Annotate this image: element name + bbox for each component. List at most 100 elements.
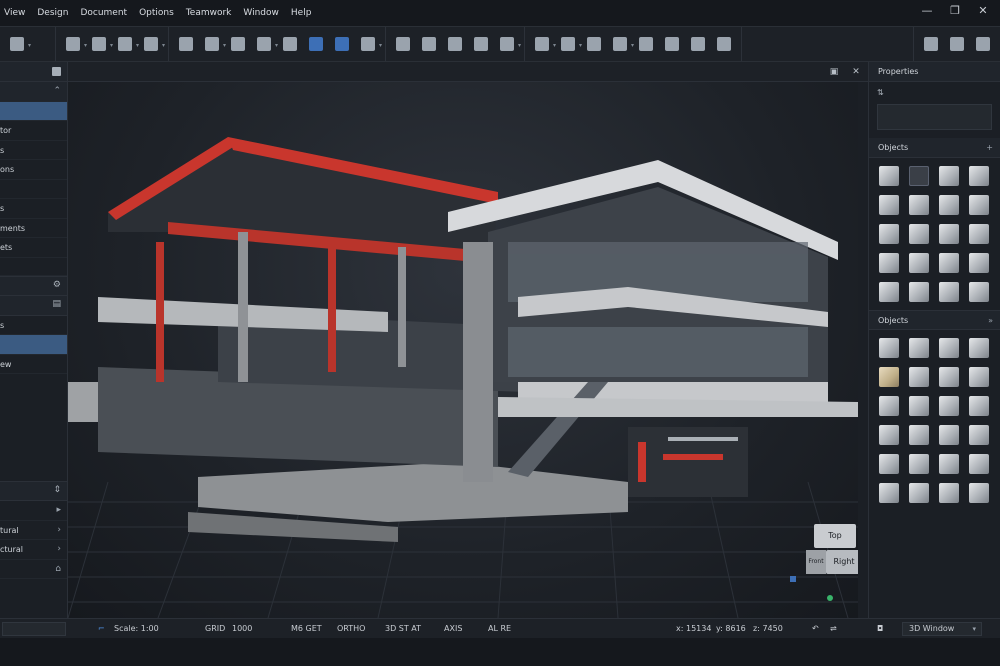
menu-help[interactable]: Help [291,8,312,18]
object-tile[interactable] [969,454,989,474]
menu-window[interactable]: Window [243,8,279,18]
object-tile[interactable] [909,425,929,445]
object-tile[interactable] [879,425,899,445]
object-tile[interactable] [879,454,899,474]
list-item[interactable]: ▸ [0,501,67,521]
panel-menu-icon[interactable] [52,67,61,76]
arrange-tool-button[interactable] [714,33,734,55]
box-tool-button[interactable]: ▾ [610,33,634,55]
object-tile[interactable] [939,396,959,416]
clipboard-tool-button[interactable]: ▾ [532,33,556,55]
object-tile[interactable] [939,253,959,273]
object-tile[interactable] [879,396,899,416]
object-tile[interactable] [909,454,929,474]
stack-tool-button[interactable] [688,33,708,55]
object-tile[interactable] [909,483,929,503]
window-tool-button[interactable] [332,33,352,55]
list-item[interactable]: s [0,199,67,219]
3d-scene[interactable]: Top Right Front [68,82,862,618]
slab-tool-button[interactable]: ▾ [202,33,226,55]
menu-teamwork[interactable]: Teamwork [186,8,232,18]
list-item[interactable] [0,335,67,355]
3d-viewport[interactable]: ▣ ✕ Top Right Front [68,62,868,618]
object-tile[interactable] [909,195,929,215]
window-select[interactable]: 3D Window ▾ [902,622,982,636]
object-tile[interactable] [969,367,989,387]
render-tool-button[interactable]: ▾ [141,33,165,55]
object-tile[interactable] [909,367,929,387]
object-tile[interactable] [939,338,959,358]
mode-toggle[interactable]: M6 GET [291,619,322,639]
object-tile[interactable] [909,224,929,244]
camera-icon[interactable]: ◘ [877,619,883,639]
view-cube[interactable]: Top Right Front [806,520,862,576]
split-view-button[interactable] [921,33,941,55]
add-icon[interactable]: + [986,138,993,158]
expand-icon[interactable]: » [988,311,993,331]
door-tool-button[interactable]: ▾ [63,33,87,55]
object-tile[interactable] [939,224,959,244]
snap-toggle[interactable]: 3D ST AT [385,619,421,639]
fill-tool-button[interactable]: ▾ [358,33,382,55]
object-tile[interactable] [879,195,899,215]
panel-view-button[interactable] [973,33,993,55]
object-tile[interactable] [969,396,989,416]
layers-tool-button[interactable]: ▾ [497,33,521,55]
view-cube-right[interactable]: Right [826,550,862,574]
wall-tool-button[interactable]: ▾ [89,33,113,55]
light-tool-button[interactable]: ▾ [115,33,139,55]
page-tool-button[interactable]: ▾ [558,33,582,55]
object-tile[interactable] [909,396,929,416]
object-tile[interactable] [939,282,959,302]
list-item[interactable]: ons [0,160,67,180]
menu-options[interactable]: Options [139,8,174,18]
list-item[interactable] [0,258,67,276]
object-tile[interactable] [909,166,929,186]
object-tile[interactable] [939,454,959,474]
object-tile[interactable] [939,195,959,215]
object-tile[interactable] [969,425,989,445]
list-item[interactable] [0,180,67,199]
list-item[interactable]: ⌂ [0,560,67,579]
viewport-options-icon[interactable]: ▣ [828,66,840,78]
object-tile[interactable] [879,282,899,302]
column-tool-button[interactable] [176,33,196,55]
single-view-button[interactable] [947,33,967,55]
object-tile[interactable] [879,224,899,244]
object-tile[interactable] [969,166,989,186]
object-tile[interactable] [969,282,989,302]
brush-tool-button[interactable] [662,33,682,55]
navigator-dropdown[interactable]: ⌃ [0,82,67,102]
view-cube-front[interactable]: Front [806,550,826,574]
menu-view[interactable]: View [4,8,25,18]
link-tool-button[interactable] [228,33,248,55]
close-icon[interactable]: ✕ [976,4,990,17]
chevron-updown-icon[interactable]: ⇕ [53,485,61,495]
view-cube-top[interactable]: Top [814,524,856,548]
object-tile[interactable] [879,367,899,387]
object-tile[interactable] [969,195,989,215]
undo-icon[interactable]: ↶ [812,619,819,639]
object-tile[interactable] [969,483,989,503]
object-tile[interactable] [909,253,929,273]
properties-field[interactable] [877,104,992,130]
restore-icon[interactable]: ❐ [948,4,962,17]
object-tile[interactable] [879,483,899,503]
ortho-toggle[interactable]: ORTHO [337,619,365,639]
object-tile[interactable] [969,224,989,244]
list-item[interactable]: ments [0,219,67,238]
axis-toggle[interactable]: AXIS [444,619,462,639]
menu-design[interactable]: Design [37,8,68,18]
object-tile[interactable] [939,483,959,503]
object-tile[interactable] [969,253,989,273]
curtain-wall-tool-button[interactable] [306,33,326,55]
object-tile[interactable] [909,282,929,302]
object-tile[interactable] [939,367,959,387]
list-item[interactable]: s [0,316,67,335]
layout-tool-button[interactable]: ▾ [7,33,31,55]
list-item[interactable]: s [0,141,67,160]
object-tile[interactable] [939,425,959,445]
axis2-toggle[interactable]: AL RE [488,619,511,639]
object-tile[interactable] [879,253,899,273]
object-tile[interactable] [939,166,959,186]
